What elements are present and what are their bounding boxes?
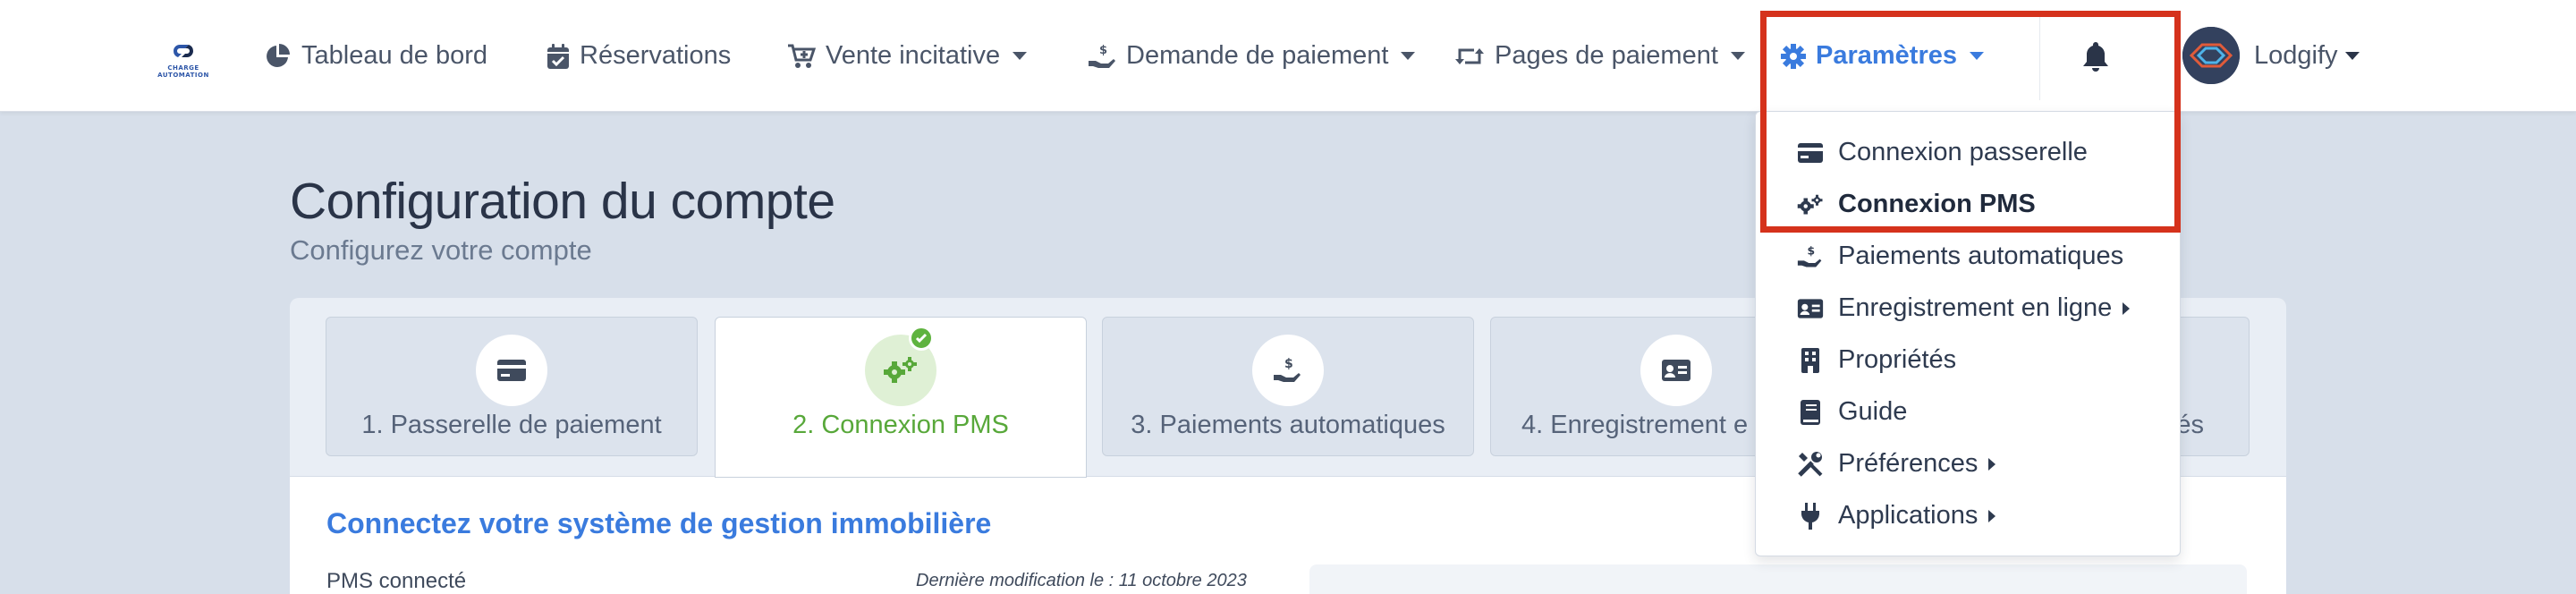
- id-card-icon: [1662, 360, 1690, 381]
- menu-item-guide[interactable]: Guide: [1756, 386, 2180, 437]
- menu-item-label: Enregistrement en ligne: [1838, 293, 2131, 323]
- nav-dashboard-label: Tableau de bord: [301, 41, 487, 70]
- step-label: 1. Passerelle de paiement: [361, 411, 662, 439]
- calendar-check-icon: [547, 43, 570, 70]
- chevron-down-icon: [1401, 52, 1416, 60]
- menu-item-properties[interactable]: Propriétés: [1756, 334, 2180, 386]
- menu-item-pms-connection[interactable]: Connexion PMS: [1756, 178, 2180, 230]
- nav-dashboard[interactable]: Tableau de bord: [265, 0, 487, 112]
- nav-reservations[interactable]: Réservations: [547, 0, 731, 112]
- hand-dollar-icon: $: [1274, 357, 1301, 382]
- divider: [2039, 11, 2040, 100]
- bell-icon: [2080, 39, 2111, 73]
- logo[interactable]: CHARGE AUTOMATION: [154, 41, 213, 79]
- chevron-down-icon: [2344, 52, 2360, 60]
- svg-text:$: $: [1099, 44, 1107, 57]
- nav-upsell-label: Vente incitative: [826, 41, 1001, 70]
- chevron-down-icon: [1013, 52, 1028, 60]
- chevron-down-icon: [1970, 52, 1984, 60]
- menu-item-auto-payments[interactable]: $ Paiements automatiques: [1756, 230, 2180, 282]
- pms-connected-label: PMS connecté: [326, 569, 467, 593]
- menu-item-label: Applications: [1838, 501, 1996, 530]
- step-tab-payment-gateway[interactable]: 1. Passerelle de paiement: [326, 317, 698, 456]
- step-label: 2. Connexion PMS: [792, 411, 1009, 439]
- svg-text:$: $: [1807, 244, 1815, 257]
- page-subtitle: Configurez votre compte: [290, 234, 592, 266]
- nav-payment-request[interactable]: $ Demande de paiement: [1088, 0, 1416, 112]
- step-icon-circle: $: [1252, 335, 1324, 406]
- nav-settings[interactable]: Paramètres: [1781, 0, 1984, 112]
- cart-plus-icon: [787, 43, 816, 70]
- menu-item-label: Paiements automatiques: [1838, 241, 2124, 270]
- gear-icon: [1781, 43, 1806, 69]
- menu-item-preferences[interactable]: Préférences: [1756, 437, 2180, 489]
- credit-card-icon: [1797, 140, 1824, 166]
- last-modified: Dernière modification le : 11 octobre 20…: [916, 571, 1247, 590]
- step-label: 3. Paiements automatiques: [1131, 411, 1445, 439]
- info-box: [1309, 564, 2247, 594]
- step-icon-circle: [865, 326, 936, 406]
- menu-item-applications[interactable]: Applications: [1756, 489, 2180, 541]
- page-title: Configuration du compte: [290, 173, 835, 230]
- user-menu[interactable]: Lodgify: [2254, 0, 2360, 112]
- chart-pie-icon: [265, 43, 292, 70]
- section-title: Connectez votre système de gestion immob…: [326, 507, 992, 539]
- menu-item-online-checkin[interactable]: Enregistrement en ligne: [1756, 282, 2180, 334]
- step-icon-circle: [476, 335, 547, 406]
- step-tab-auto-payments[interactable]: $ 3. Paiements automatiques: [1102, 317, 1474, 456]
- notifications-button[interactable]: [2080, 0, 2111, 112]
- book-icon: [1797, 399, 1824, 426]
- gears-icon: [884, 357, 917, 383]
- gears-icon: [1797, 191, 1824, 218]
- hand-dollar-icon: $: [1088, 43, 1116, 70]
- credit-card-icon: [497, 360, 526, 381]
- nav-settings-label: Paramètres: [1816, 41, 1957, 70]
- top-navbar: CHARGE AUTOMATION Tableau de bord Réserv…: [0, 0, 2576, 112]
- tools-icon: [1797, 451, 1824, 478]
- menu-item-label: Connexion PMS: [1838, 189, 2036, 218]
- step-tab-pms-connection[interactable]: 2. Connexion PMS: [715, 317, 1087, 478]
- nav-payment-pages-label: Pages de paiement: [1495, 41, 1718, 70]
- svg-text:$: $: [1284, 357, 1293, 371]
- avatar[interactable]: [2182, 27, 2240, 84]
- nav-payment-pages[interactable]: Pages de paiement: [1454, 0, 1745, 112]
- settings-dropdown-menu: Connexion passerelle Connexion PMS $ Pai…: [1755, 111, 2181, 556]
- id-card-icon: [1797, 295, 1824, 322]
- menu-item-label: Préférences: [1838, 449, 1996, 479]
- hand-dollar-icon: $: [1797, 243, 1824, 270]
- menu-item-label: Connexion passerelle: [1838, 137, 2088, 166]
- user-name: Lodgify: [2254, 41, 2338, 70]
- check-circle-icon: [909, 326, 934, 351]
- logo-mark-icon: [173, 45, 194, 57]
- retweet-icon: [1454, 43, 1485, 70]
- chevron-down-icon: [1730, 52, 1745, 60]
- menu-item-label: Guide: [1838, 396, 1908, 426]
- step-icon-circle: [1640, 335, 1712, 406]
- menu-item-gateway-connection[interactable]: Connexion passerelle: [1756, 126, 2180, 178]
- menu-item-label: Propriétés: [1838, 344, 1957, 374]
- chevron-right-icon: [1988, 509, 1996, 522]
- chevron-right-icon: [1988, 457, 1996, 471]
- chevron-right-icon: [2123, 301, 2131, 315]
- nav-payment-request-label: Demande de paiement: [1126, 41, 1389, 70]
- plug-icon: [1797, 503, 1824, 530]
- nav-upsell[interactable]: Vente incitative: [787, 0, 1028, 112]
- nav-reservations-label: Réservations: [580, 41, 732, 70]
- building-icon: [1797, 347, 1824, 374]
- logo-text: CHARGE AUTOMATION: [157, 64, 209, 79]
- avatar-image-icon: [2182, 27, 2240, 84]
